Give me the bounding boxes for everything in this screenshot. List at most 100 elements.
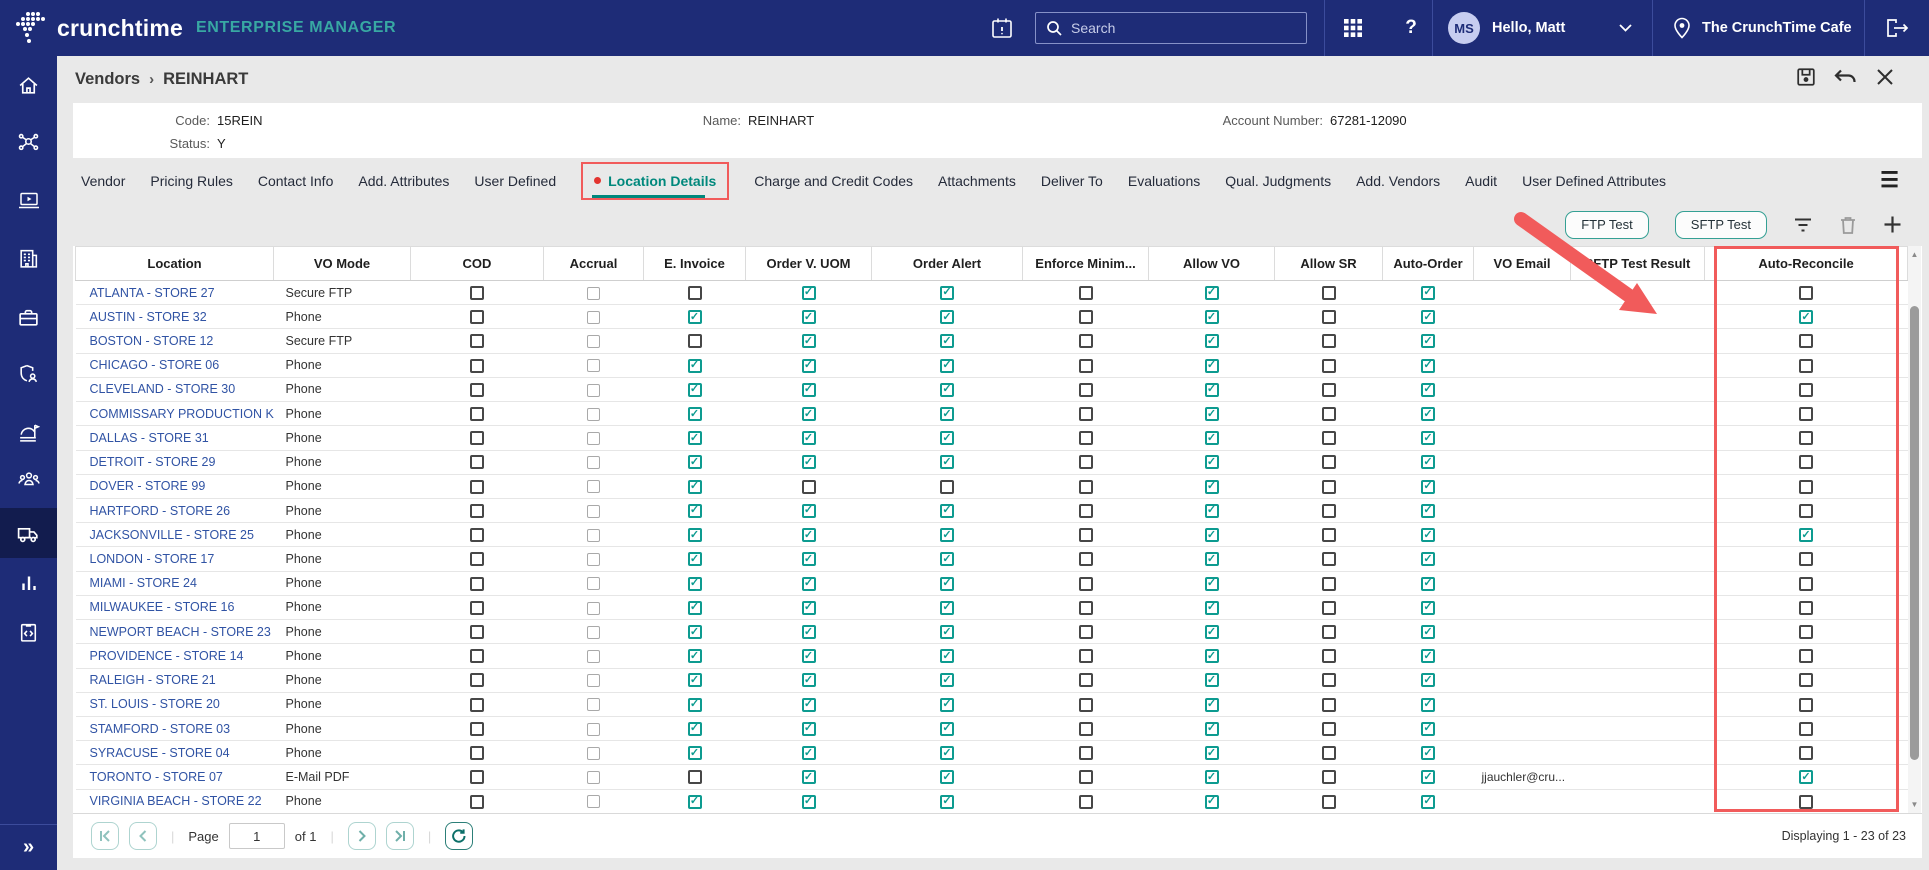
checkbox-order-v-uom[interactable]: ✓ bbox=[801, 382, 816, 397]
checkbox-auto-order[interactable]: ✓ bbox=[1421, 407, 1435, 422]
checkbox-e-invoice[interactable]: ✓ bbox=[687, 721, 702, 736]
checkbox-accrual[interactable] bbox=[587, 286, 600, 300]
checkbox-allow-vo[interactable]: ✓ bbox=[1204, 407, 1219, 422]
vertical-scrollbar[interactable]: ▲ ▼ bbox=[1908, 246, 1921, 813]
checkbox-allow-vo[interactable]: ✓ bbox=[1204, 382, 1219, 397]
checkbox-accrual[interactable] bbox=[587, 553, 600, 567]
checkbox-auto-order[interactable]: ✓ bbox=[1421, 721, 1435, 736]
checkbox-auto-reconcile[interactable] bbox=[1799, 503, 1813, 518]
checkbox-auto-order[interactable]: ✓ bbox=[1421, 625, 1435, 640]
add-row-icon[interactable] bbox=[1883, 215, 1902, 234]
checkbox-allow-vo[interactable]: ✓ bbox=[1204, 576, 1219, 591]
checkbox-order-v-uom[interactable]: ✓ bbox=[801, 794, 816, 809]
checkbox-order-v-uom[interactable]: ✓ bbox=[801, 334, 816, 349]
checkbox-allow-vo[interactable]: ✓ bbox=[1204, 649, 1219, 664]
last-page-button[interactable] bbox=[385, 822, 414, 850]
checkbox-order-alert[interactable]: ✓ bbox=[940, 407, 954, 422]
checkbox-enforce-minim[interactable] bbox=[1078, 358, 1093, 373]
checkbox-allow-sr[interactable] bbox=[1321, 552, 1336, 567]
checkbox-allow-sr[interactable] bbox=[1321, 600, 1336, 615]
checkbox-allow-vo[interactable]: ✓ bbox=[1204, 770, 1219, 785]
checkbox-accrual[interactable] bbox=[587, 335, 600, 349]
checkbox-auto-order[interactable]: ✓ bbox=[1421, 746, 1435, 761]
column-header-location[interactable]: Location bbox=[75, 246, 274, 281]
checkbox-cod[interactable] bbox=[470, 697, 484, 712]
checkbox-accrual[interactable] bbox=[587, 601, 600, 615]
checkbox-accrual[interactable] bbox=[587, 577, 600, 591]
location-link[interactable]: CHICAGO - STORE 06 bbox=[90, 358, 220, 372]
checkbox-allow-sr[interactable] bbox=[1321, 407, 1336, 422]
checkbox-enforce-minim[interactable] bbox=[1078, 552, 1093, 567]
checkbox-auto-order[interactable]: ✓ bbox=[1421, 794, 1435, 809]
checkbox-order-v-uom[interactable]: ✓ bbox=[801, 721, 816, 736]
checkbox-auto-reconcile[interactable] bbox=[1799, 407, 1813, 422]
sidebar-item-food-menu[interactable] bbox=[0, 407, 57, 457]
checkbox-auto-reconcile[interactable] bbox=[1799, 382, 1813, 397]
checkbox-e-invoice[interactable]: ✓ bbox=[687, 600, 702, 615]
checkbox-order-alert[interactable]: ✓ bbox=[940, 794, 954, 809]
checkbox-cod[interactable] bbox=[470, 310, 484, 325]
column-header-cod[interactable]: COD bbox=[410, 246, 544, 281]
location-link[interactable]: LONDON - STORE 17 bbox=[90, 552, 215, 566]
location-link[interactable]: DOVER - STORE 99 bbox=[90, 479, 206, 493]
checkbox-cod[interactable] bbox=[470, 455, 484, 470]
checkbox-cod[interactable] bbox=[470, 649, 484, 664]
checkbox-allow-vo[interactable]: ✓ bbox=[1204, 455, 1219, 470]
location-link[interactable]: BOSTON - STORE 12 bbox=[90, 334, 214, 348]
checkbox-order-v-uom[interactable]: ✓ bbox=[801, 455, 816, 470]
current-location[interactable]: The CrunchTime Cafe bbox=[1702, 0, 1852, 56]
checkbox-allow-vo[interactable]: ✓ bbox=[1204, 721, 1219, 736]
checkbox-cod[interactable] bbox=[470, 576, 484, 591]
sidebar-item-security[interactable] bbox=[0, 348, 57, 398]
checkbox-accrual[interactable] bbox=[587, 746, 600, 760]
checkbox-enforce-minim[interactable] bbox=[1078, 431, 1093, 446]
location-link[interactable]: AUSTIN - STORE 32 bbox=[90, 310, 207, 324]
checkbox-allow-vo[interactable]: ✓ bbox=[1204, 503, 1219, 518]
checkbox-cod[interactable] bbox=[470, 746, 484, 761]
checkbox-auto-reconcile[interactable] bbox=[1799, 794, 1813, 809]
checkbox-auto-reconcile[interactable] bbox=[1799, 649, 1813, 664]
checkbox-auto-order[interactable]: ✓ bbox=[1421, 334, 1435, 349]
checkbox-enforce-minim[interactable] bbox=[1078, 649, 1093, 664]
checkbox-enforce-minim[interactable] bbox=[1078, 285, 1093, 300]
checkbox-e-invoice[interactable]: ✓ bbox=[687, 358, 702, 373]
location-link[interactable]: RALEIGH - STORE 21 bbox=[90, 673, 216, 687]
checkbox-e-invoice[interactable] bbox=[687, 334, 702, 349]
checkbox-auto-order[interactable]: ✓ bbox=[1421, 600, 1435, 615]
user-greeting[interactable]: Hello, Matt bbox=[1492, 0, 1565, 56]
checkbox-accrual[interactable] bbox=[587, 456, 600, 470]
checkbox-accrual[interactable] bbox=[587, 480, 600, 494]
search-input[interactable] bbox=[1071, 20, 1271, 36]
location-link[interactable]: DALLAS - STORE 31 bbox=[90, 431, 209, 445]
checkbox-order-alert[interactable]: ✓ bbox=[940, 382, 954, 397]
checkbox-allow-sr[interactable] bbox=[1321, 528, 1336, 543]
location-link[interactable]: STAMFORD - STORE 03 bbox=[90, 722, 231, 736]
checkbox-accrual[interactable] bbox=[587, 649, 600, 663]
checkbox-accrual[interactable] bbox=[587, 528, 600, 542]
checkbox-enforce-minim[interactable] bbox=[1078, 310, 1093, 325]
checkbox-order-alert[interactable]: ✓ bbox=[940, 310, 954, 325]
checkbox-e-invoice[interactable] bbox=[687, 285, 702, 300]
checkbox-order-v-uom[interactable]: ✓ bbox=[801, 576, 816, 591]
checkbox-order-alert[interactable]: ✓ bbox=[940, 431, 954, 446]
location-link[interactable]: ST. LOUIS - STORE 20 bbox=[90, 697, 220, 711]
checkbox-e-invoice[interactable] bbox=[687, 770, 702, 785]
checkbox-accrual[interactable] bbox=[587, 771, 600, 785]
checkbox-e-invoice[interactable]: ✓ bbox=[687, 673, 702, 688]
checkbox-cod[interactable] bbox=[470, 625, 484, 640]
sidebar-item-home[interactable] bbox=[0, 60, 57, 110]
checkbox-enforce-minim[interactable] bbox=[1078, 625, 1093, 640]
checkbox-allow-sr[interactable] bbox=[1321, 382, 1336, 397]
checkbox-cod[interactable] bbox=[470, 431, 484, 446]
previous-page-button[interactable] bbox=[129, 822, 157, 850]
checkbox-auto-reconcile[interactable] bbox=[1799, 673, 1813, 688]
checkbox-auto-order[interactable]: ✓ bbox=[1421, 770, 1435, 785]
checkbox-e-invoice[interactable]: ✓ bbox=[687, 552, 702, 567]
tab-location-details[interactable]: Location Details bbox=[581, 161, 730, 200]
next-page-button[interactable] bbox=[347, 822, 376, 850]
tab-user-defined[interactable]: User Defined bbox=[474, 173, 556, 189]
checkbox-allow-sr[interactable] bbox=[1321, 285, 1336, 300]
checkbox-cod[interactable] bbox=[470, 407, 484, 422]
checkbox-auto-order[interactable]: ✓ bbox=[1421, 649, 1435, 664]
checkbox-allow-sr[interactable] bbox=[1321, 649, 1336, 664]
